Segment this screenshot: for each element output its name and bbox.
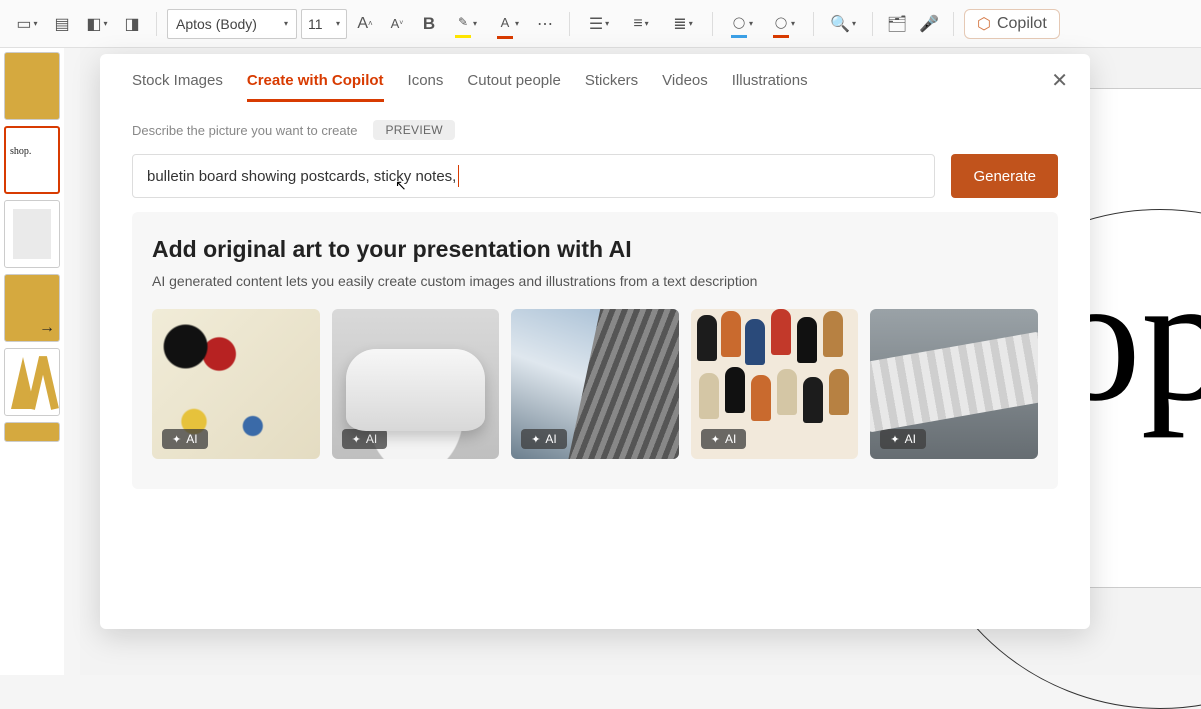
- copilot-icon: ⬡: [977, 14, 991, 34]
- sparkle-icon: ✦: [531, 433, 540, 446]
- tab-stickers[interactable]: Stickers: [585, 72, 638, 102]
- sparkle-icon: ✦: [352, 433, 361, 446]
- separator: [569, 12, 570, 36]
- sample-tile-abstract[interactable]: ✦AI: [152, 309, 320, 459]
- increase-font-icon[interactable]: A˄: [351, 10, 379, 38]
- sparkle-icon: ✦: [172, 433, 181, 446]
- slide-thumb-4[interactable]: →: [4, 274, 60, 342]
- copilot-button[interactable]: ⬡ Copilot: [964, 9, 1060, 39]
- font-family-value: Aptos (Body): [176, 16, 257, 32]
- separator: [872, 12, 873, 36]
- ai-badge: ✦AI: [521, 429, 567, 449]
- separator: [813, 12, 814, 36]
- font-color-icon[interactable]: A ▾: [489, 10, 527, 38]
- separator: [156, 12, 157, 36]
- numbering-icon[interactable]: ≡▾: [622, 10, 660, 38]
- slide-thumb-1[interactable]: [4, 52, 60, 120]
- bullets-icon[interactable]: ☰▾: [580, 10, 618, 38]
- text-caret: [458, 165, 459, 187]
- sample-gallery: ✦AI ✦AI ✦AI ✦AI: [152, 309, 1038, 459]
- designer-icon[interactable]: 🗂: [883, 10, 911, 38]
- ai-badge: ✦AI: [880, 429, 926, 449]
- prompt-description: Describe the picture you want to create: [132, 123, 357, 138]
- generate-button[interactable]: Generate: [951, 154, 1058, 198]
- tab-stock-images[interactable]: Stock Images: [132, 72, 223, 102]
- tab-cutout-people[interactable]: Cutout people: [467, 72, 560, 102]
- slide-thumb-2[interactable]: shop.: [4, 126, 60, 194]
- dictate-icon[interactable]: 🎤: [915, 10, 943, 38]
- sample-tile-hands[interactable]: ✦AI: [691, 309, 859, 459]
- font-family-select[interactable]: Aptos (Body) ▾: [167, 9, 297, 39]
- sample-tile-car[interactable]: ✦AI: [332, 309, 500, 459]
- bold-icon[interactable]: B: [415, 10, 443, 38]
- layout-icon[interactable]: ◧▾: [78, 10, 116, 38]
- outline-view-icon[interactable]: ▤: [48, 10, 76, 38]
- highlight-icon[interactable]: ✎ ▾: [447, 10, 485, 38]
- slide-thumb-5[interactable]: [4, 348, 60, 416]
- sample-tile-building[interactable]: ✦AI: [511, 309, 679, 459]
- copilot-label: Copilot: [997, 15, 1047, 33]
- find-icon[interactable]: 🔍▾: [824, 10, 862, 38]
- ai-badge: ✦AI: [342, 429, 388, 449]
- new-slide-icon[interactable]: ▭▾: [8, 10, 46, 38]
- sparkle-icon: ✦: [890, 433, 899, 446]
- font-size-value: 11: [308, 16, 323, 32]
- separator: [953, 12, 954, 36]
- tab-illustrations[interactable]: Illustrations: [732, 72, 808, 102]
- preview-badge: PREVIEW: [373, 120, 454, 140]
- separator: [712, 12, 713, 36]
- ai-badge: ✦AI: [701, 429, 747, 449]
- tab-icons[interactable]: Icons: [408, 72, 444, 102]
- insert-image-panel: Stock Images Create with Copilot Icons C…: [100, 54, 1090, 629]
- sample-tile-rowing[interactable]: ✦AI: [870, 309, 1038, 459]
- intro-subtext: AI generated content lets you easily cre…: [152, 273, 1038, 289]
- slide-thumb-3[interactable]: [4, 200, 60, 268]
- prompt-input[interactable]: bulletin board showing postcards, sticky…: [132, 154, 935, 198]
- shape-outline-icon[interactable]: ◯ ▾: [765, 10, 803, 38]
- prompt-input-value: bulletin board showing postcards, sticky…: [147, 168, 456, 185]
- font-size-select[interactable]: 11 ▾: [301, 9, 347, 39]
- align-icon[interactable]: ≣▾: [664, 10, 702, 38]
- slide-thumb-6[interactable]: [4, 422, 60, 442]
- panel-tabs: Stock Images Create with Copilot Icons C…: [100, 54, 1090, 102]
- sparkle-icon: ✦: [711, 433, 720, 446]
- ribbon: ▭▾ ▤ ◧▾ ◨ Aptos (Body) ▾ 11 ▾ A˄ A˅ B ✎ …: [0, 0, 1201, 48]
- reset-icon[interactable]: ◨: [118, 10, 146, 38]
- slide-thumbnails: shop. →: [0, 48, 64, 675]
- more-font-icon[interactable]: ⋯: [531, 10, 559, 38]
- intro-headline: Add original art to your presentation wi…: [152, 236, 1038, 263]
- tab-videos[interactable]: Videos: [662, 72, 708, 102]
- close-icon[interactable]: ✕: [1051, 68, 1068, 93]
- ai-intro-card: Add original art to your presentation wi…: [132, 212, 1058, 489]
- ai-badge: ✦AI: [162, 429, 208, 449]
- decrease-font-icon[interactable]: A˅: [383, 10, 411, 38]
- shape-fill-icon[interactable]: ◯ ▾: [723, 10, 761, 38]
- tab-create-with-copilot[interactable]: Create with Copilot: [247, 72, 384, 102]
